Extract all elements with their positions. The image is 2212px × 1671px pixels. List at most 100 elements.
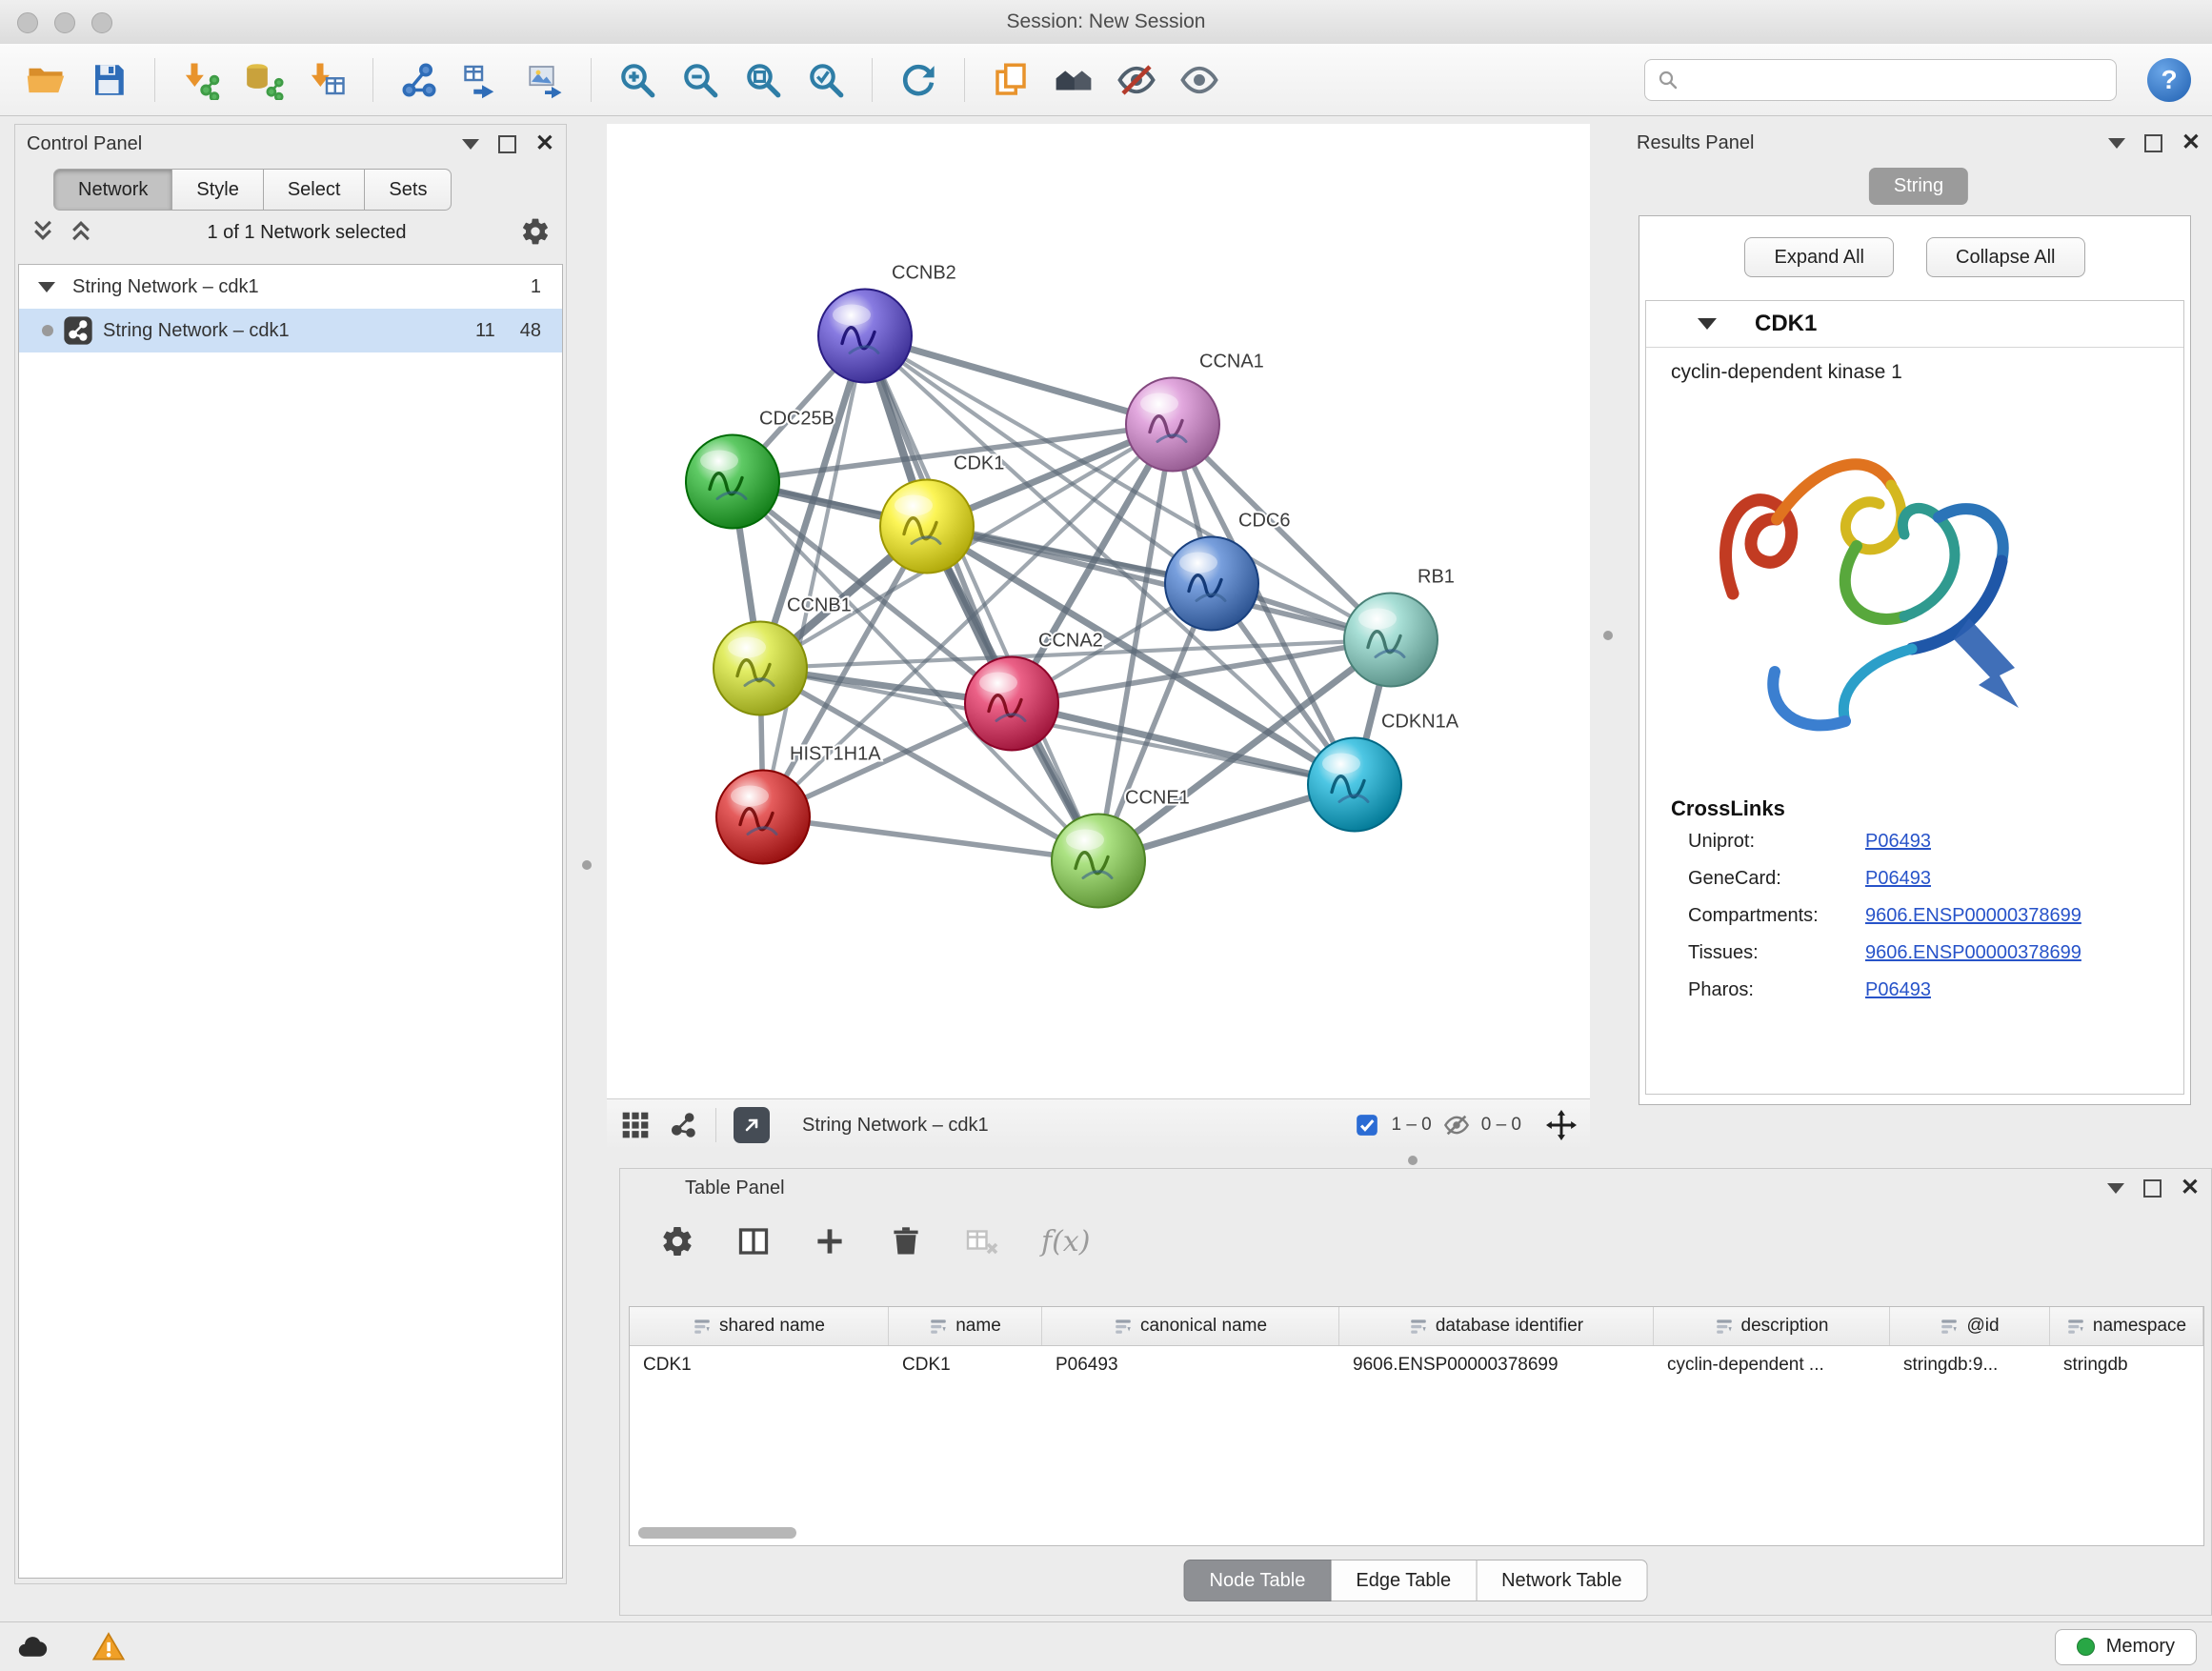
network-node-CDC6[interactable] [1165, 537, 1258, 631]
import-network-file-button[interactable] [176, 53, 226, 107]
new-network-button[interactable] [394, 53, 444, 107]
zoom-in-button[interactable] [613, 53, 662, 107]
column-header--id[interactable]: @id [1890, 1307, 2050, 1345]
gene-section-header[interactable]: CDK1 [1646, 301, 2183, 348]
crosslink-value-link[interactable]: 9606.ENSP00000378699 [1865, 905, 2081, 927]
network-node-CDK1[interactable] [880, 480, 974, 574]
table-cell[interactable]: 9606.ENSP00000378699 [1339, 1346, 1654, 1384]
expand-all-icon[interactable] [69, 218, 93, 248]
add-column-button[interactable] [813, 1224, 847, 1258]
network-edge[interactable] [865, 336, 1098, 861]
collection-expand-icon[interactable] [38, 282, 55, 292]
search-box[interactable] [1644, 59, 2117, 101]
close-panel-icon[interactable]: ✕ [535, 132, 554, 155]
string-results-tab[interactable]: String [1869, 168, 1968, 205]
tab-style[interactable]: Style [172, 169, 263, 211]
first-neighbors-button[interactable] [1049, 53, 1098, 107]
panel-menu-icon[interactable] [2107, 1183, 2124, 1194]
panel-menu-icon[interactable] [462, 139, 479, 150]
network-node-CCNB2[interactable] [818, 290, 912, 383]
network-node-CCNA2[interactable] [965, 657, 1058, 751]
network-node-HIST1H1A[interactable] [716, 771, 810, 864]
import-network-database-button[interactable] [239, 53, 289, 107]
network-collection-row[interactable]: String Network – cdk1 1 [19, 265, 562, 309]
expand-all-button[interactable]: Expand All [1744, 237, 1894, 277]
cloud-status-button[interactable] [15, 1630, 50, 1664]
delete-table-button[interactable] [965, 1224, 999, 1258]
import-table-button[interactable] [302, 53, 352, 107]
zoom-selected-button[interactable] [801, 53, 851, 107]
duplicate-network-button[interactable] [986, 53, 1036, 107]
left-splitter-handle[interactable] [582, 860, 592, 870]
column-header-name[interactable]: name [889, 1307, 1042, 1345]
network-node-CCNA1[interactable] [1126, 378, 1219, 472]
gene-collapse-icon[interactable] [1698, 318, 1717, 330]
selected-checkbox-icon[interactable] [1355, 1113, 1379, 1137]
float-panel-icon[interactable] [498, 135, 516, 153]
network-row[interactable]: String Network – cdk1 11 48 [19, 309, 562, 352]
crosslink-value-link[interactable]: P06493 [1865, 868, 1931, 890]
apply-function-button[interactable]: f(x) [1041, 1225, 1090, 1258]
network-node-CCNE1[interactable] [1052, 815, 1145, 908]
table-cell[interactable]: P06493 [1042, 1346, 1339, 1384]
zoom-out-button[interactable] [675, 53, 725, 107]
show-columns-button[interactable] [736, 1224, 771, 1258]
save-session-button[interactable] [84, 53, 133, 107]
network-from-table-button[interactable] [457, 53, 507, 107]
column-header-database-identifier[interactable]: database identifier [1339, 1307, 1654, 1345]
table-cell[interactable]: stringdb [2050, 1346, 2203, 1384]
network-options-button[interactable] [520, 216, 551, 250]
show-all-button[interactable] [1175, 53, 1224, 107]
collapse-all-button[interactable]: Collapse All [1926, 237, 2085, 277]
hidden-eye-slash-icon[interactable] [1443, 1112, 1470, 1138]
table-cell[interactable]: cyclin-dependent ... [1654, 1346, 1890, 1384]
warnings-button[interactable] [91, 1630, 126, 1664]
open-session-button[interactable] [21, 53, 70, 107]
table-cell[interactable]: stringdb:9... [1890, 1346, 2050, 1384]
column-header-namespace[interactable]: namespace [2050, 1307, 2203, 1345]
crosslink-value-link[interactable]: P06493 [1865, 831, 1931, 853]
tab-network-table[interactable]: Network Table [1477, 1560, 1647, 1601]
float-panel-icon[interactable] [2143, 1179, 2162, 1198]
delete-column-button[interactable] [889, 1224, 923, 1258]
tab-node-table[interactable]: Node Table [1184, 1560, 1332, 1601]
close-panel-icon[interactable]: ✕ [2181, 1177, 2200, 1199]
bottom-splitter-handle[interactable] [1408, 1156, 1418, 1165]
crosslink-value-link[interactable]: 9606.ENSP00000378699 [1865, 942, 2081, 964]
memory-button[interactable]: Memory [2055, 1629, 2197, 1665]
right-splitter-handle[interactable] [1603, 631, 1613, 640]
table-options-button[interactable] [660, 1224, 694, 1258]
refresh-layout-button[interactable] [894, 53, 943, 107]
detach-view-button[interactable] [734, 1107, 770, 1143]
horizontal-scrollbar[interactable] [638, 1527, 796, 1539]
export-image-button[interactable] [520, 53, 570, 107]
table-cell[interactable]: CDK1 [630, 1346, 889, 1384]
column-header-canonical-name[interactable]: canonical name [1042, 1307, 1339, 1345]
column-header-description[interactable]: description [1654, 1307, 1890, 1345]
zoom-fit-button[interactable] [738, 53, 788, 107]
table-cell[interactable]: CDK1 [889, 1346, 1042, 1384]
grid-view-button[interactable] [620, 1110, 651, 1140]
network-node-CDKN1A[interactable] [1308, 738, 1401, 832]
table-row[interactable]: CDK1CDK1P064939606.ENSP00000378699cyclin… [630, 1346, 2203, 1384]
hide-selected-button[interactable] [1112, 53, 1161, 107]
network-node-RB1[interactable] [1344, 594, 1438, 687]
network-graph[interactable]: CCNB2CCNA1CDC25BCDK1CDC6RB1CCNB1CCNA2CDK… [607, 124, 1590, 1098]
collapse-all-icon[interactable] [30, 218, 55, 248]
column-header-shared-name[interactable]: shared name [630, 1307, 889, 1345]
tab-sets[interactable]: Sets [365, 169, 452, 211]
network-node-CCNB1[interactable] [714, 622, 807, 715]
pan-crosshair-icon[interactable] [1546, 1110, 1577, 1140]
network-canvas[interactable]: CCNB2CCNA1CDC25BCDK1CDC6RB1CCNB1CCNA2CDK… [607, 124, 1590, 1098]
float-panel-icon[interactable] [2144, 134, 2162, 152]
tab-edge-table[interactable]: Edge Table [1331, 1560, 1477, 1601]
network-node-CDC25B[interactable] [686, 435, 779, 529]
tab-select[interactable]: Select [264, 169, 366, 211]
network-view-button[interactable] [668, 1110, 698, 1140]
tab-network[interactable]: Network [53, 169, 172, 211]
help-button[interactable]: ? [2147, 58, 2191, 102]
network-edge[interactable] [763, 817, 1098, 861]
close-panel-icon[interactable]: ✕ [2182, 131, 2201, 154]
crosslink-value-link[interactable]: P06493 [1865, 979, 1931, 1001]
search-input[interactable] [1687, 68, 2104, 91]
